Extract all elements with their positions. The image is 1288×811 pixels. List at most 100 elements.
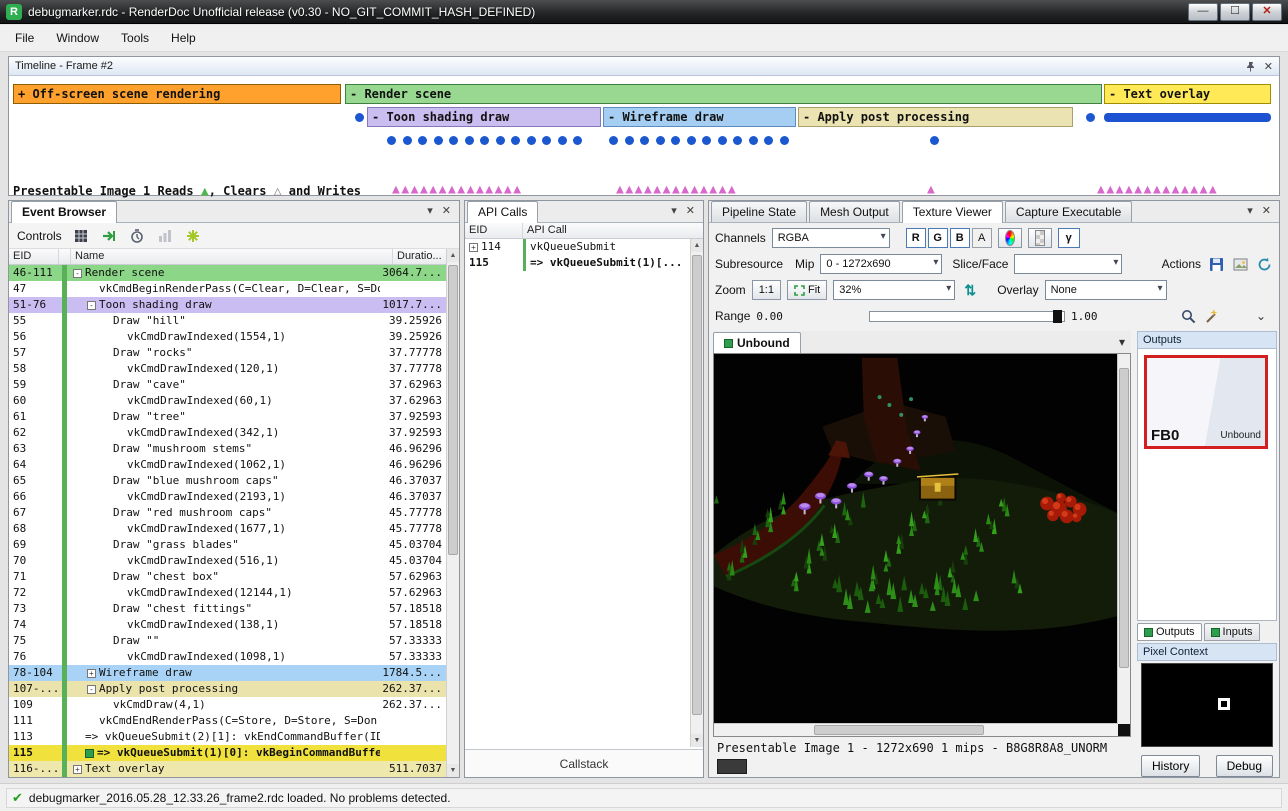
titlebar[interactable]: R debugmarker.rdc - RenderDoc Unofficial… bbox=[0, 0, 1288, 24]
save-texture-icon[interactable] bbox=[1207, 255, 1225, 273]
api-table-header[interactable]: EID API Call bbox=[465, 223, 703, 239]
event-row-58[interactable]: 58vkCmdDrawIndexed(120,1)37.77778 bbox=[9, 361, 446, 377]
draw-event-dot[interactable] bbox=[511, 136, 520, 145]
texture-list-dropdown-icon[interactable]: ▾ bbox=[1119, 335, 1131, 353]
event-row-113[interactable]: 113=> vkQueueSubmit(2)[1]: vkEndCommandB… bbox=[9, 729, 446, 745]
event-row-71[interactable]: 71Draw "chest box"57.62963 bbox=[9, 569, 446, 585]
draw-event-dot[interactable] bbox=[449, 136, 458, 145]
goto-eid-icon[interactable] bbox=[100, 227, 118, 245]
open-image-icon[interactable] bbox=[1231, 255, 1249, 273]
channel-r-button[interactable]: R bbox=[906, 228, 926, 248]
panel-menu-icon[interactable]: ▾ bbox=[1247, 204, 1253, 217]
write-triangles-group[interactable]: ▲ bbox=[927, 182, 936, 197]
draw-event-dot[interactable] bbox=[930, 136, 939, 145]
timeline-body[interactable]: + Off-screen scene rendering - Render sc… bbox=[9, 76, 1279, 195]
event-row-65[interactable]: 65Draw "blue mushroom caps"46.37037 bbox=[9, 473, 446, 489]
draw-event-dot[interactable] bbox=[780, 136, 789, 145]
texture-display[interactable] bbox=[713, 353, 1131, 737]
sliceface-dropdown[interactable] bbox=[1014, 254, 1122, 274]
event-row-62[interactable]: 62vkCmdDrawIndexed(342,1)37.92593 bbox=[9, 425, 446, 441]
write-triangles-group[interactable]: ▲▲▲▲▲▲▲▲▲▲▲▲▲ bbox=[616, 182, 737, 197]
flip-y-icon[interactable]: ⇅ bbox=[961, 281, 979, 299]
draw-event-dot[interactable] bbox=[609, 136, 618, 145]
event-row-56[interactable]: 56vkCmdDrawIndexed(1554,1)39.25926 bbox=[9, 329, 446, 345]
draw-event-dot[interactable] bbox=[465, 136, 474, 145]
fit-button[interactable]: Fit bbox=[787, 280, 827, 300]
timeline-marker-dot[interactable] bbox=[355, 113, 364, 122]
draw-event-dot[interactable] bbox=[558, 136, 567, 145]
event-row-73[interactable]: 73Draw "chest fittings"57.18518 bbox=[9, 601, 446, 617]
event-browser-scrollbar[interactable]: ▲ ▼ bbox=[446, 249, 459, 777]
scroll-down-icon[interactable]: ▼ bbox=[691, 734, 703, 747]
panel-menu-icon[interactable]: ▾ bbox=[671, 204, 677, 217]
draw-event-dot[interactable] bbox=[764, 136, 773, 145]
draw-event-dot[interactable] bbox=[671, 136, 680, 145]
range-slider[interactable] bbox=[869, 311, 1065, 322]
texture-hscrollbar[interactable] bbox=[714, 723, 1118, 736]
draw-event-dot[interactable] bbox=[749, 136, 758, 145]
expand-icon[interactable]: + bbox=[469, 243, 478, 252]
tab-texture-viewer[interactable]: Texture Viewer bbox=[902, 201, 1003, 223]
timeline-bar-offscreen[interactable]: + Off-screen scene rendering bbox=[13, 84, 341, 104]
timeline-draw-dots-toon[interactable] bbox=[387, 136, 582, 145]
draw-event-dot[interactable] bbox=[656, 136, 665, 145]
draw-event-dot[interactable] bbox=[496, 136, 505, 145]
event-row-68[interactable]: 68vkCmdDrawIndexed(1677,1)45.77778 bbox=[9, 521, 446, 537]
timeline-close-icon[interactable]: ✕ bbox=[1264, 60, 1273, 73]
event-row-76[interactable]: 76vkCmdDrawIndexed(1098,1)57.33333 bbox=[9, 649, 446, 665]
panel-close-icon[interactable]: ✕ bbox=[442, 204, 451, 217]
channel-a-button[interactable]: A bbox=[972, 228, 992, 248]
timeline-bar-post[interactable]: - Apply post processing bbox=[798, 107, 1073, 127]
timeline-bar-toon[interactable]: - Toon shading draw bbox=[367, 107, 601, 127]
timeline-draw-span-bar[interactable] bbox=[1104, 113, 1271, 122]
pixel-context-view[interactable] bbox=[1141, 663, 1273, 747]
event-row-116-...[interactable]: 116-...+Text overlay511.7037 bbox=[9, 761, 446, 777]
timeline-bar-render-scene[interactable]: - Render scene bbox=[345, 84, 1102, 104]
draw-event-dot[interactable] bbox=[480, 136, 489, 145]
channels-dropdown[interactable]: RGBA bbox=[772, 228, 890, 248]
scroll-up-icon[interactable]: ▲ bbox=[447, 249, 459, 262]
pin-icon[interactable] bbox=[1245, 61, 1256, 72]
draw-event-dot[interactable] bbox=[403, 136, 412, 145]
event-row-107-...[interactable]: 107-...-Apply post processing262.37... bbox=[9, 681, 446, 697]
event-row-51-76[interactable]: 51-76-Toon shading draw1017.7... bbox=[9, 297, 446, 313]
timeline-draw-dots-post[interactable] bbox=[930, 136, 939, 145]
write-triangles-group[interactable]: ▲▲▲▲▲▲▲▲▲▲▲▲▲ bbox=[1097, 182, 1218, 197]
event-row-59[interactable]: 59Draw "cave"37.62963 bbox=[9, 377, 446, 393]
find-event-icon[interactable] bbox=[72, 227, 90, 245]
maximize-button[interactable]: ☐ bbox=[1220, 3, 1250, 21]
timeline-bar-text-overlay[interactable]: - Text overlay bbox=[1104, 84, 1271, 104]
event-table-header[interactable]: EID Name Duratio... bbox=[9, 249, 459, 265]
event-row-55[interactable]: 55Draw "hill"39.25926 bbox=[9, 313, 446, 329]
event-row-69[interactable]: 69Draw "grass blades"45.03704 bbox=[9, 537, 446, 553]
api-calls-scrollbar[interactable]: ▲ ▼ bbox=[690, 239, 703, 747]
expand-icon[interactable]: + bbox=[73, 765, 82, 774]
draw-event-dot[interactable] bbox=[687, 136, 696, 145]
channel-g-button[interactable]: G bbox=[928, 228, 948, 248]
texture-image[interactable] bbox=[714, 354, 1118, 724]
event-row-75[interactable]: 75Draw ""57.33333 bbox=[9, 633, 446, 649]
draw-event-dot[interactable] bbox=[640, 136, 649, 145]
refresh-icon[interactable] bbox=[1255, 255, 1273, 273]
timeline-marker-dot[interactable] bbox=[1086, 113, 1095, 122]
tab-outputs[interactable]: Outputs bbox=[1137, 623, 1202, 641]
collapse-icon[interactable]: - bbox=[73, 269, 82, 278]
fb0-thumbnail[interactable]: FB0 Unbound bbox=[1144, 355, 1268, 449]
event-row-72[interactable]: 72vkCmdDrawIndexed(12144,1)57.62963 bbox=[9, 585, 446, 601]
callstack-section[interactable]: Callstack bbox=[465, 749, 703, 777]
menu-tools[interactable]: Tools bbox=[110, 26, 160, 50]
mip-dropdown[interactable]: 0 - 1272x690 bbox=[820, 254, 942, 274]
collapse-icon[interactable]: - bbox=[87, 685, 96, 694]
draw-event-dot[interactable] bbox=[573, 136, 582, 145]
tab-event-browser[interactable]: Event Browser bbox=[11, 201, 117, 223]
background-checker-button[interactable] bbox=[1028, 228, 1052, 248]
event-row-47[interactable]: 47vkCmdBeginRenderPass(C=Clear, D=Clear,… bbox=[9, 281, 446, 297]
event-row-70[interactable]: 70vkCmdDrawIndexed(516,1)45.03704 bbox=[9, 553, 446, 569]
color-wheel-button[interactable] bbox=[998, 228, 1022, 248]
zoom-dropdown[interactable]: 32% bbox=[833, 280, 955, 300]
expand-icon[interactable]: + bbox=[87, 669, 96, 678]
event-row-74[interactable]: 74vkCmdDrawIndexed(138,1)57.18518 bbox=[9, 617, 446, 633]
tab-texture-unbound[interactable]: Unbound bbox=[713, 332, 801, 354]
scroll-down-icon[interactable]: ▼ bbox=[447, 764, 459, 777]
tab-api-calls[interactable]: API Calls bbox=[467, 201, 538, 223]
